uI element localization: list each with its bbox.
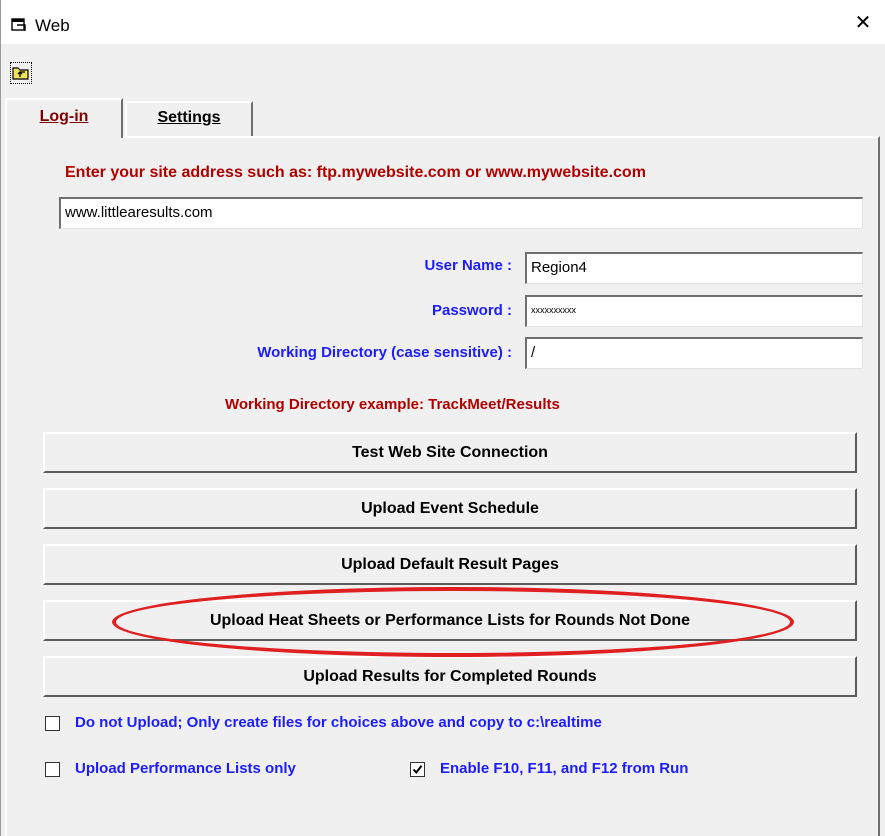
- close-icon: ✕: [854, 11, 872, 34]
- site-address-prompt: Enter your site address such as: ftp.myw…: [65, 164, 646, 181]
- upload-default-result-pages-button[interactable]: Upload Default Result Pages: [43, 544, 857, 585]
- upload-results-button[interactable]: Upload Results for Completed Rounds: [43, 656, 857, 697]
- close-button[interactable]: ✕: [840, 0, 885, 44]
- password-input[interactable]: xxxxxxxxxx: [525, 295, 863, 327]
- working-directory-label: Working Directory (case sensitive) :: [257, 344, 512, 361]
- user-name-label: User Name :: [424, 257, 512, 274]
- folder-up-icon: [12, 67, 29, 80]
- tab-settings[interactable]: Settings: [125, 101, 253, 136]
- web-window-icon: [11, 18, 27, 32]
- password-label: Password :: [431, 302, 512, 319]
- enable-fkeys-checkbox[interactable]: [410, 762, 425, 777]
- checkmark-icon: [412, 765, 423, 775]
- folder-up-button[interactable]: [10, 62, 32, 84]
- site-address-input[interactable]: www.littlearesults.com: [59, 197, 863, 229]
- perf-lists-only-checkbox[interactable]: [45, 762, 60, 777]
- tab-login[interactable]: Log-in: [5, 98, 123, 138]
- tab-settings-label: Settings: [157, 109, 221, 126]
- tab-login-label: Log-in: [39, 108, 89, 125]
- no-upload-label: Do not Upload; Only create files for cho…: [75, 714, 602, 731]
- login-panel: Enter your site address such as: ftp.myw…: [5, 136, 880, 836]
- enable-fkeys-label: Enable F10, F11, and F12 from Run: [440, 760, 689, 777]
- user-name-input[interactable]: Region4: [525, 252, 863, 284]
- title-bar: Web ✕: [1, 0, 885, 44]
- no-upload-checkbox[interactable]: [45, 716, 60, 731]
- working-directory-input[interactable]: /: [525, 337, 863, 369]
- test-connection-button[interactable]: Test Web Site Connection: [43, 432, 857, 473]
- window-title: Web: [35, 16, 70, 35]
- upload-event-schedule-button[interactable]: Upload Event Schedule: [43, 488, 857, 529]
- working-directory-example: Working Directory example: TrackMeet/Res…: [225, 396, 560, 413]
- perf-lists-only-label: Upload Performance Lists only: [75, 760, 296, 777]
- web-window: Web ✕ Log-in Settings Enter your site ad…: [0, 0, 885, 836]
- upload-heat-sheets-button[interactable]: Upload Heat Sheets or Performance Lists …: [43, 600, 857, 641]
